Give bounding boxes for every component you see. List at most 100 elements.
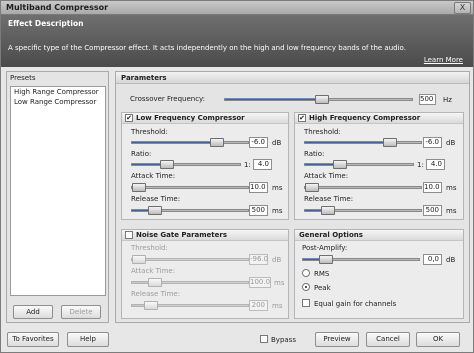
add-preset-button[interactable]: Add	[13, 305, 53, 319]
slider-thumb[interactable]	[132, 255, 146, 264]
low-ratio-value[interactable]: 4.0	[253, 159, 272, 170]
parameters-heading: Parameters	[116, 72, 469, 84]
ok-button[interactable]: OK	[416, 332, 460, 347]
noise-release-value[interactable]: 200	[249, 300, 268, 311]
high-frequency-panel: High Frequency Compressor ✔ Threshold: -…	[294, 112, 464, 220]
crossover-label: Crossover Frequency:	[130, 95, 206, 103]
noise-gate-panel: Noise Gate Parameters Threshold: -96.0 d…	[121, 229, 289, 319]
crossover-slider[interactable]	[224, 95, 413, 104]
preset-item[interactable]: Low Range Compressor	[11, 97, 105, 107]
preset-item[interactable]: High Range Compressor	[11, 87, 105, 97]
low-release-label: Release Time:	[131, 195, 181, 203]
high-threshold-slider[interactable]	[304, 138, 422, 147]
low-attack-unit: ms	[272, 184, 283, 192]
slider-thumb[interactable]	[159, 160, 174, 169]
post-amplify-value[interactable]: 0,0	[423, 254, 442, 265]
low-frequency-checkbox[interactable]: ✔	[125, 114, 133, 122]
slider-thumb[interactable]	[132, 183, 146, 192]
preview-button[interactable]: Preview	[315, 332, 359, 347]
low-ratio-label: Ratio:	[131, 150, 152, 158]
high-release-value[interactable]: 500	[423, 205, 442, 216]
low-release-slider[interactable]	[131, 206, 249, 215]
help-button[interactable]: Help	[67, 332, 109, 347]
slider-thumb[interactable]	[319, 255, 334, 264]
to-favorites-button[interactable]: To Favorites	[7, 332, 59, 347]
high-attack-label: Attack Time:	[304, 172, 349, 180]
noise-attack-value[interactable]: 100.0	[249, 277, 271, 288]
rms-radio[interactable]	[302, 269, 310, 277]
low-threshold-slider[interactable]	[131, 138, 249, 147]
low-attack-slider[interactable]	[131, 183, 249, 192]
high-threshold-label: Threshold:	[304, 128, 341, 136]
low-threshold-label: Threshold:	[131, 128, 168, 136]
cancel-button[interactable]: Cancel	[366, 332, 410, 347]
slider-thumb[interactable]	[148, 278, 163, 287]
delete-preset-button[interactable]: Delete	[61, 305, 101, 319]
slider-thumb[interactable]	[382, 138, 397, 147]
high-attack-slider[interactable]	[304, 183, 422, 192]
noise-threshold-value[interactable]: -96.0	[249, 254, 268, 265]
noise-gate-title: Noise Gate Parameters	[122, 230, 288, 241]
presets-list[interactable]: High Range Compressor Low Range Compress…	[10, 86, 106, 296]
slider-thumb[interactable]	[305, 183, 319, 192]
post-amplify-unit: dB	[446, 256, 456, 264]
low-frequency-panel: Low Frequency Compressor ✔ Threshold: -6…	[121, 112, 289, 220]
noise-gate-checkbox[interactable]	[125, 231, 133, 239]
noise-release-slider[interactable]	[131, 301, 249, 310]
high-frequency-checkbox[interactable]: ✔	[298, 114, 306, 122]
high-threshold-value[interactable]: -6.0	[423, 137, 442, 148]
crossover-unit: Hz	[443, 96, 452, 104]
high-ratio-value[interactable]: 4.0	[426, 159, 445, 170]
learn-more-link[interactable]: Learn More	[424, 56, 463, 64]
post-amplify-label: Post-Amplify:	[302, 244, 348, 252]
crossover-value[interactable]: 500	[419, 94, 436, 105]
slider-thumb[interactable]	[315, 95, 330, 104]
general-options-title: General Options	[295, 230, 463, 241]
noise-threshold-unit: dB	[272, 256, 282, 264]
slider-thumb[interactable]	[209, 138, 224, 147]
high-attack-value[interactable]: 10.0	[423, 182, 442, 193]
high-ratio-label: Ratio:	[304, 150, 325, 158]
slider-thumb[interactable]	[143, 301, 158, 310]
high-frequency-title: High Frequency Compressor	[295, 113, 463, 124]
noise-attack-label: Attack Time:	[131, 267, 176, 275]
high-attack-unit: ms	[446, 184, 457, 192]
equal-gain-label: Equal gain for channels	[314, 300, 397, 308]
bypass-label: Bypass	[271, 336, 296, 344]
peak-radio[interactable]	[302, 283, 310, 291]
low-release-value[interactable]: 500	[249, 205, 268, 216]
slider-thumb[interactable]	[321, 206, 336, 215]
high-release-unit: ms	[446, 207, 457, 215]
equal-gain-checkbox[interactable]	[302, 299, 310, 307]
noise-attack-slider[interactable]	[131, 278, 249, 287]
high-release-slider[interactable]	[304, 206, 422, 215]
noise-release-label: Release Time:	[131, 290, 181, 298]
peak-label: Peak	[314, 284, 331, 292]
noise-threshold-slider[interactable]	[131, 255, 249, 264]
low-threshold-value[interactable]: -6.0	[249, 137, 268, 148]
title-bar: Multiband Compressor X	[1, 1, 473, 15]
slider-thumb[interactable]	[332, 160, 347, 169]
footer-bar: To Favorites Help Bypass Preview Cancel …	[1, 328, 473, 352]
low-ratio-slider[interactable]	[131, 160, 241, 169]
dialog-window: Multiband Compressor X Effect Descriptio…	[0, 0, 474, 353]
high-ratio-slider[interactable]	[304, 160, 414, 169]
bypass-checkbox[interactable]	[260, 335, 268, 343]
parameters-panel: Parameters Crossover Frequency: 500 Hz L…	[115, 71, 470, 323]
noise-attack-unit: ms	[274, 279, 285, 287]
close-button[interactable]: X	[454, 2, 471, 14]
noise-threshold-label: Threshold:	[131, 244, 168, 252]
effect-description: Effect Description A specific type of th…	[1, 15, 473, 67]
presets-heading: Presets	[10, 74, 36, 82]
description-text: A specific type of the Compressor effect…	[8, 44, 406, 52]
post-amplify-slider[interactable]	[302, 255, 420, 264]
slider-thumb[interactable]	[148, 206, 163, 215]
noise-release-unit: ms	[272, 302, 283, 310]
low-frequency-title: Low Frequency Compressor	[122, 113, 288, 124]
low-threshold-unit: dB	[272, 139, 282, 147]
low-attack-value[interactable]: 10.0	[249, 182, 268, 193]
low-ratio-prefix: 1:	[244, 161, 251, 169]
high-release-label: Release Time:	[304, 195, 354, 203]
low-release-unit: ms	[272, 207, 283, 215]
high-ratio-prefix: 1:	[417, 161, 424, 169]
